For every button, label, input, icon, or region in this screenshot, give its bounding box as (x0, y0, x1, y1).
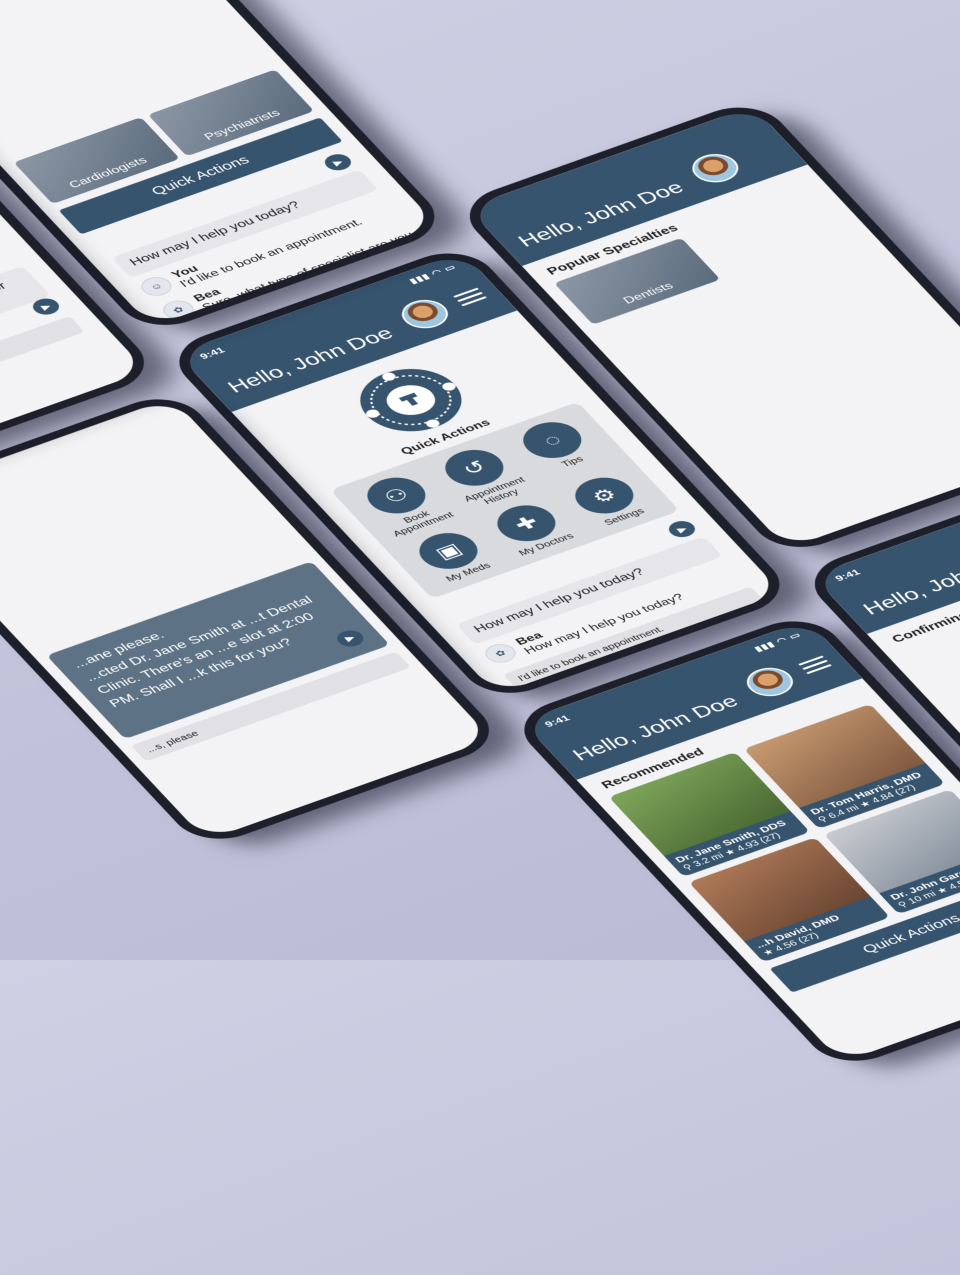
signal-wifi-battery-icon: ▮▮▮ ◠ ▭ (752, 631, 804, 654)
doctor-name: Dr. Tom Harris, DMD (807, 769, 924, 817)
bot-avatar-icon: ✿ (157, 297, 199, 323)
pin-icon: ⚲ (815, 813, 830, 824)
phone-booking: ...ane please. ...cted Dr. Jane Smith at… (0, 397, 492, 841)
doctor-distance: 6.4 mi (825, 802, 862, 821)
action-label: Book Appointment (390, 508, 457, 539)
avatar[interactable] (738, 662, 802, 702)
doctor-cross-icon: ✚ (486, 498, 566, 548)
play-icon[interactable]: ▶ (664, 518, 700, 541)
doctor-name: Dr. Jane Smith, DDS (672, 818, 789, 865)
doctor-rating: 4.93 (27) (734, 830, 783, 853)
status-time: 9:41 (832, 567, 863, 584)
booking-panel: ...ane please. ...cted Dr. Jane Smith at… (46, 561, 390, 739)
doctor-distance: 10 mi (905, 889, 939, 906)
action-label: Tips (559, 454, 586, 469)
doctor-rating: 4.56 (27) (772, 930, 821, 953)
doctor-rating: 4.56 (27) (946, 869, 960, 892)
chat-input[interactable]: ...y in the afternoon would be ideal (0, 315, 85, 420)
mockup-scene: 9:41 ▮▮▮ ◠ ▭ Hello, John Doe Quick Actio… (0, 0, 960, 1142)
status-time: 9:41 (542, 712, 573, 729)
doctor-label: Dr. Jane Smith, DDS ⚲ 3.2 mi ★ 4.93 (27) (664, 811, 810, 877)
phone-recommended: 9:41 ▮▮▮ ◠ ▭ Hello, John Doe Recommended… (521, 619, 960, 1063)
doctor-rating: 4.84 (27) (869, 782, 918, 805)
user-avatar-icon: ☺ (135, 273, 177, 300)
chat-area: ...th that. Do you ...date or time for .… (0, 265, 85, 420)
greeting: Hello, John Doe (567, 691, 743, 765)
avatar[interactable] (683, 148, 747, 188)
doctor-label: Dr. Tom Harris, DMD ⚲ 6.4 mi ★ 4.84 (27) (799, 763, 946, 829)
phone-chat: Cardiologists Psychiatrists Quick Action… (0, 0, 438, 327)
meds-icon: ▣ (408, 526, 489, 576)
doctor-distance: 3.2 mi (690, 850, 726, 869)
app-logo (360, 368, 462, 432)
avatar[interactable] (393, 294, 457, 334)
pin-icon: ⚲ (680, 861, 695, 873)
action-tips[interactable]: ◌ Tips (499, 411, 622, 487)
user-fragment: ...ane please. (69, 628, 168, 671)
status-time: 9:41 (197, 345, 228, 362)
pin-icon: ⚲ (895, 899, 910, 910)
book-appointment-icon: ⚇ (356, 471, 437, 520)
menu-icon[interactable] (451, 285, 490, 309)
signal-wifi-battery-icon: ▮▮▮ ◠ ▭ (407, 263, 459, 286)
greeting: Hello, John Doe (512, 177, 689, 251)
greeting: Hello, John Doe (857, 545, 960, 619)
specialty-tile[interactable]: Dentists (553, 237, 721, 325)
doctor-name: Dr. John Garg, DMD (887, 856, 960, 902)
play-icon[interactable]: ▶ (320, 151, 356, 174)
history-icon: ↺ (434, 443, 514, 493)
bot-avatar-icon: ✿ (479, 640, 521, 666)
menu-icon[interactable] (796, 653, 835, 677)
doctor-card[interactable]: Dr. John Garg, DMD ⚲ 10 mi ★ 4.56 (27) (823, 789, 960, 915)
confirm-text: Confirming Re (889, 602, 960, 645)
